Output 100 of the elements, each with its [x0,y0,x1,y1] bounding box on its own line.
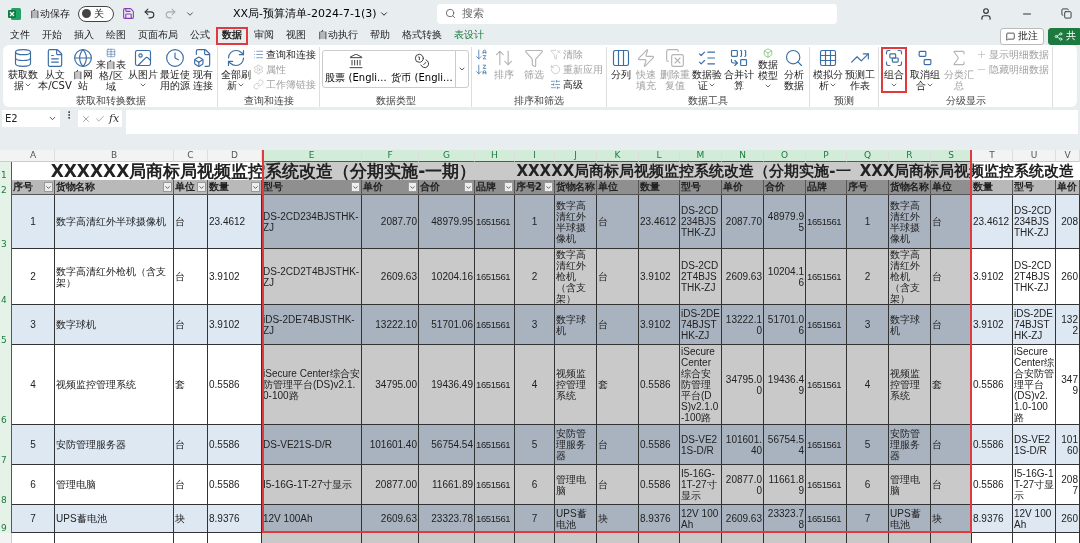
column-header[interactable]: H [475,150,515,162]
column-header[interactable]: U [1013,150,1056,162]
ribbon-button[interactable]: 数据验证 [691,47,723,93]
redo-button[interactable] [164,7,177,20]
sort-button[interactable] [474,62,489,77]
undo-button[interactable] [143,7,156,20]
ribbon-button[interactable]: 来自表格/区域 [95,47,127,93]
ribbon-tab[interactable]: 插入 [68,27,100,45]
ribbon-button[interactable]: 自网站 [71,47,95,93]
ribbon-button[interactable]: 从文本/CSV [39,47,71,93]
sort-button[interactable] [474,47,489,62]
row-header[interactable]: 4 [0,249,12,305]
ribbon-button[interactable]: 模拟分析 [812,47,844,93]
save-button[interactable] [122,7,135,20]
column-header[interactable]: A [12,150,55,162]
ribbon-button[interactable]: 组合 [881,47,907,93]
share-button[interactable]: 共 [1048,27,1080,45]
insert-function-button[interactable]: fx [109,112,120,125]
ribbon-tab[interactable]: 数据 [216,27,248,45]
row-header[interactable]: 8 [0,465,12,505]
row-header[interactable]: 2 [0,180,12,195]
ribbon-tab[interactable]: 绘图 [100,27,132,45]
ribbon-button[interactable]: 合并计算 [723,47,755,93]
ribbon-button[interactable]: 取消组合 [907,47,943,93]
filter-button[interactable] [251,182,260,192]
ribbon-tab[interactable]: 表设计 [448,27,490,45]
column-header[interactable]: V [1056,150,1080,162]
ribbon-tab[interactable]: 视图 [280,27,312,45]
column-header[interactable]: D [208,150,262,162]
table-cell: DS-2CD2T4BJSTHK-ZJ [1013,249,1056,305]
caret-icon [252,183,259,191]
data-type-button[interactable]: 股票 (Engli... [323,53,389,85]
row-header[interactable]: 1 [0,162,12,180]
ribbon-button[interactable]: 数据模型 [755,47,781,93]
column-header[interactable]: R [889,150,931,162]
ribbon-tab[interactable]: 审阅 [248,27,280,45]
data-type-button[interactable]: 货币 (Engli... [389,53,455,85]
column-header[interactable]: N [722,150,764,162]
row-header[interactable]: 5 [0,305,12,345]
filter-button[interactable] [408,182,417,192]
row-header[interactable]: 9 [0,505,12,533]
ribbon-button[interactable]: 分析数据 [781,47,807,93]
ribbon-tab[interactable]: 自动执行 [312,27,364,45]
ribbon-button[interactable]: 查询和连接 [252,47,317,62]
filter-button[interactable] [464,182,473,192]
column-header[interactable]: L [639,150,680,162]
ribbon-tab[interactable]: 帮助 [364,27,396,45]
row-header[interactable]: 6 [0,345,12,425]
header-label: 货物名称 [556,180,594,194]
ribbon-tab[interactable]: 公式 [184,27,216,45]
ribbon-tab[interactable]: 开始 [36,27,68,45]
restore-button[interactable] [1061,8,1072,19]
ribbon-button[interactable]: 分列 [609,47,633,93]
column-header[interactable]: E [262,150,362,162]
column-header[interactable]: F [362,150,419,162]
column-header[interactable]: I [515,150,555,162]
table-cell [680,533,722,543]
row-header[interactable] [0,533,12,543]
ribbon-button[interactable]: 高级 [549,77,604,92]
table-cell: 2087.70 [362,195,419,249]
table-cell: 台 [597,249,639,305]
autosave-toggle[interactable]: 关 [78,5,114,22]
header-label: 货物名称 [890,180,928,194]
ribbon-tab[interactable]: 页面布局 [132,27,184,45]
document-title[interactable]: XX局-预算清单-2024-7-1(3) [233,6,389,21]
comments-button[interactable]: 批注 [1000,27,1044,45]
filter-button[interactable] [544,182,553,192]
column-header[interactable]: B [55,150,174,162]
filter-button[interactable] [44,182,53,192]
column-header[interactable]: C [174,150,208,162]
column-header[interactable]: G [419,150,475,162]
filter-button[interactable] [351,182,360,192]
ribbon-button[interactable]: 最近使用的源 [159,47,191,93]
row-header[interactable]: 3 [0,195,12,249]
table-cell: 台 [597,305,639,345]
column-header[interactable]: Q [847,150,889,162]
column-header[interactable]: K [597,150,639,162]
ribbon-button[interactable]: 预测工作表 [844,47,876,93]
account-button[interactable] [979,6,993,21]
ribbon-button[interactable]: 全部刷新 [220,47,252,93]
column-header[interactable]: O [764,150,806,162]
row-header[interactable]: 7 [0,425,12,465]
table-cell: 2609.63 [362,249,419,305]
filter-icon [524,48,544,68]
ribbon-tab[interactable]: 文件 [4,27,36,45]
filter-button[interactable] [163,182,172,192]
ribbon-button[interactable]: 从图片 [127,47,159,93]
ribbon-button[interactable]: 获取数据 [7,47,39,93]
search-field[interactable]: 搜索 [436,3,837,24]
column-header[interactable]: M [680,150,722,162]
column-header[interactable]: P [806,150,847,162]
filter-button[interactable] [197,182,206,192]
name-box[interactable]: E2 [2,110,60,127]
ribbon-tab[interactable]: 格式转换 [396,27,448,45]
select-all-corner[interactable] [0,150,12,162]
column-header[interactable]: J [555,150,597,162]
column-header[interactable]: T [972,150,1013,162]
ribbon-button[interactable]: 现有连接 [191,47,215,93]
column-header[interactable]: S [931,150,972,162]
filter-button[interactable] [504,182,513,192]
